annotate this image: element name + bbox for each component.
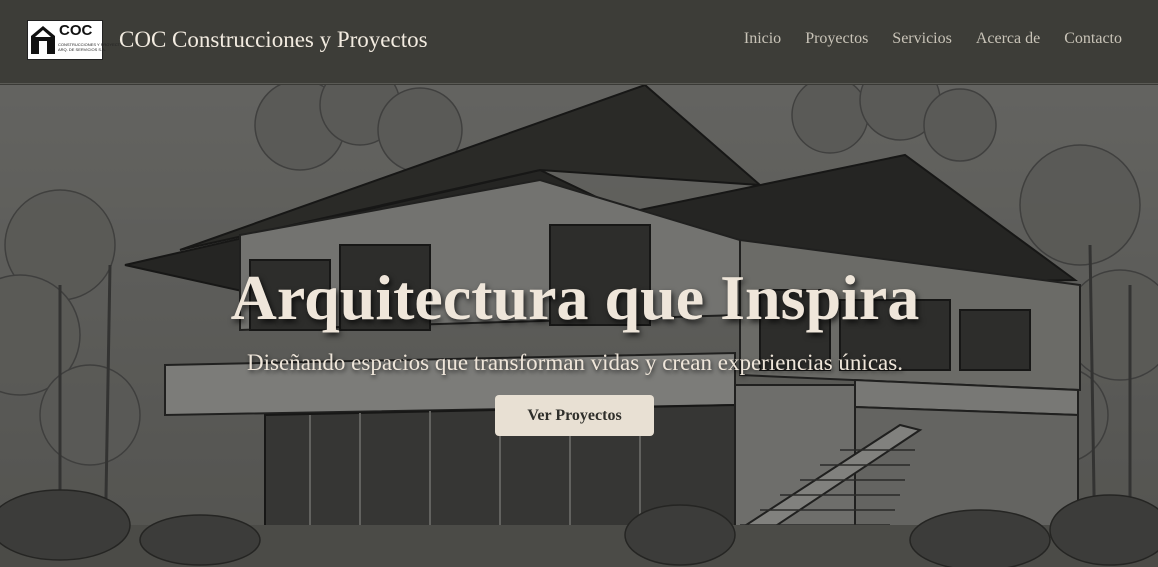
view-projects-button[interactable]: Ver Proyectos [495,395,654,436]
company-logo[interactable]: COC CONSTRUCCIONES Y PROYECTOS ARQ. DE S… [27,20,126,60]
brand-name[interactable]: COC Construcciones y Proyectos [119,27,428,53]
logo-subtagline: ARQ. DE SERVICIOS S.A. [58,47,106,52]
site-header: COC CONSTRUCCIONES Y PROYECTOS ARQ. DE S… [0,0,1158,84]
hero-section: Arquitectura que Inspira Diseñando espac… [0,85,1158,567]
house-logo-icon [31,26,55,54]
nav-acerca-de[interactable]: Acerca de [976,30,1040,48]
logo-abbreviation: COC [59,22,93,39]
nav-contacto[interactable]: Contacto [1064,30,1122,48]
nav-servicios[interactable]: Servicios [892,30,952,48]
hero-title: Arquitectura que Inspira [230,262,920,333]
hero-subtitle: Diseñando espacios que transforman vidas… [247,350,903,375]
main-nav: Inicio Proyectos Servicios Acerca de Con… [744,30,1122,48]
nav-proyectos[interactable]: Proyectos [805,30,868,48]
nav-inicio[interactable]: Inicio [744,30,781,48]
